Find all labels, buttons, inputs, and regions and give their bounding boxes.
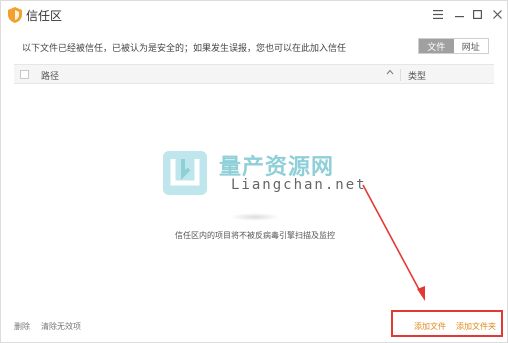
delete-button[interactable]: 删除 <box>14 321 30 332</box>
clear-invalid-button[interactable]: 清除无效项 <box>41 321 81 332</box>
add-file-button[interactable]: 添加文件 <box>414 321 446 332</box>
shield-icon <box>8 7 22 23</box>
close-icon[interactable] <box>488 5 506 23</box>
window-title: 信任区 <box>26 9 63 23</box>
chevron-up-icon[interactable] <box>386 68 394 79</box>
empty-state-shadow <box>230 213 280 221</box>
column-header-type[interactable]: 类型 <box>408 69 426 82</box>
minimize-icon[interactable] <box>450 5 468 23</box>
hamburger-menu-icon[interactable] <box>429 5 447 23</box>
watermark-url: Liangchan.net <box>231 177 367 193</box>
empty-state-message: 信任区内的项目将不被反病毒引擎扫描及监控 <box>175 231 335 240</box>
column-header-path[interactable]: 路径 <box>41 69 59 82</box>
info-text: 以下文件已经被信任，已被认为是安全的；如果发生误报，您也可以在此加入信任 <box>22 44 347 54</box>
watermark-logo <box>163 151 207 195</box>
tab-urls[interactable]: 网址 <box>454 39 489 53</box>
select-all-checkbox[interactable] <box>20 70 29 79</box>
type-switch: 文件 网址 <box>418 38 489 54</box>
trust-zone-window: 信任区 以下文件已经被信任，已被认为是安全的；如果发生误报，您也可以在此加入信任… <box>0 0 508 343</box>
table-header: 路径 类型 <box>14 64 494 84</box>
maximize-icon[interactable] <box>468 5 486 23</box>
add-folder-button[interactable]: 添加文件夹 <box>456 321 496 332</box>
title-bar: 信任区 <box>1 1 508 29</box>
column-divider <box>400 69 401 81</box>
tab-files[interactable]: 文件 <box>419 39 454 53</box>
